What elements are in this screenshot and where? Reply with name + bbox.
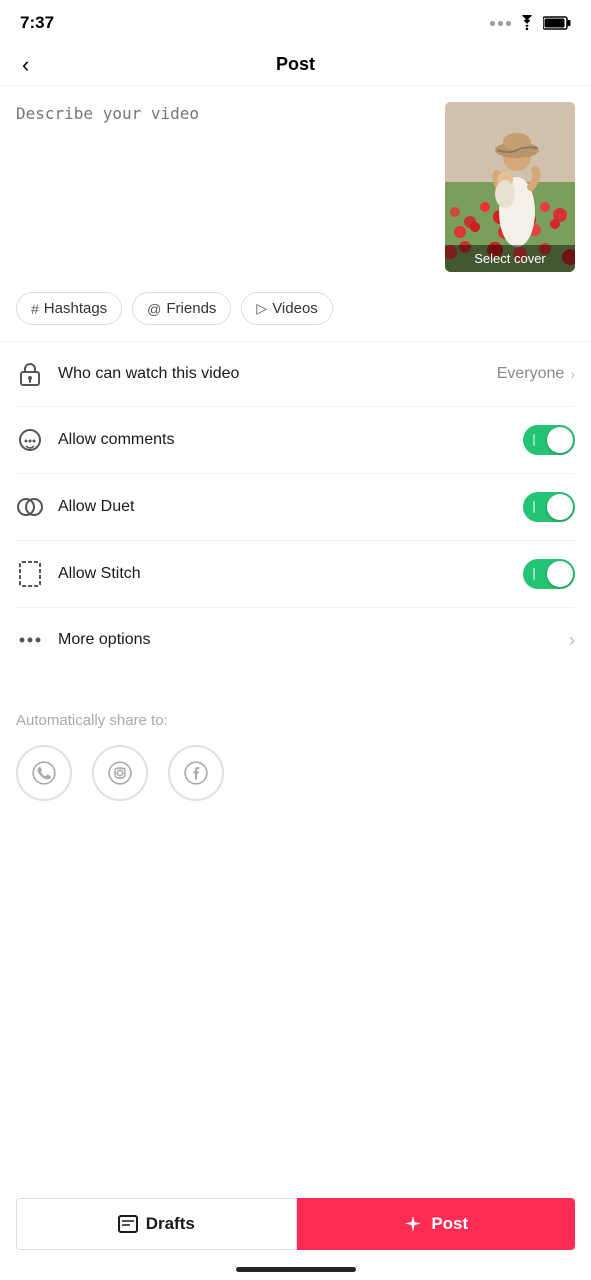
description-input[interactable] xyxy=(16,102,435,252)
tag-pills: # Hashtags @ Friends ▷ Videos xyxy=(0,284,591,342)
wifi-icon xyxy=(517,15,537,31)
facebook-icon xyxy=(183,760,209,786)
more-options-label: More options xyxy=(58,631,151,649)
home-indicator xyxy=(236,1267,356,1272)
allow-duet-label: Allow Duet xyxy=(58,498,134,516)
whatsapp-share-button[interactable] xyxy=(16,745,72,801)
watch-visibility-value: Everyone xyxy=(497,365,565,383)
video-section: Select cover xyxy=(0,86,591,284)
friends-pill[interactable]: @ Friends xyxy=(132,292,231,325)
share-icons-row xyxy=(16,745,575,801)
play-icon: ▷ xyxy=(256,300,267,317)
video-thumbnail[interactable]: Select cover xyxy=(445,102,575,272)
watch-visibility-right: Everyone › xyxy=(497,365,575,383)
lock-icon xyxy=(16,360,44,388)
allow-duet-row: Allow Duet xyxy=(16,474,575,541)
drafts-button[interactable]: Drafts xyxy=(16,1198,297,1250)
allow-comments-row: Allow comments xyxy=(16,407,575,474)
allow-comments-left: Allow comments xyxy=(16,426,174,454)
allow-duet-left: Allow Duet xyxy=(16,493,134,521)
hashtags-pill[interactable]: # Hashtags xyxy=(16,292,122,325)
allow-duet-toggle[interactable] xyxy=(523,492,575,522)
allow-stitch-toggle[interactable] xyxy=(523,559,575,589)
more-options-chevron: › xyxy=(569,630,575,651)
back-button[interactable]: ‹ xyxy=(18,48,33,82)
facebook-share-button[interactable] xyxy=(168,745,224,801)
whatsapp-icon xyxy=(31,760,57,786)
status-bar: 7:37 xyxy=(0,0,591,44)
signal-icon xyxy=(490,21,511,26)
duet-icon xyxy=(16,493,44,521)
allow-comments-label: Allow comments xyxy=(58,431,174,449)
toggle-line xyxy=(533,568,535,580)
status-icons xyxy=(490,15,571,31)
bottom-bar: Drafts Post xyxy=(0,1198,591,1250)
watch-visibility-label: Who can watch this video xyxy=(58,365,239,383)
instagram-icon xyxy=(107,760,133,786)
status-time: 7:37 xyxy=(20,13,54,33)
more-options-row[interactable]: More options › xyxy=(16,608,575,672)
settings-section: Who can watch this video Everyone › xyxy=(0,342,591,672)
chevron-right-icon: › xyxy=(570,366,575,382)
allow-stitch-label: Allow Stitch xyxy=(58,565,141,583)
allow-stitch-row: Allow Stitch xyxy=(16,541,575,608)
post-sparkle-icon xyxy=(403,1214,423,1234)
allow-comments-toggle[interactable] xyxy=(523,425,575,455)
videos-pill[interactable]: ▷ Videos xyxy=(241,292,332,325)
select-cover-label[interactable]: Select cover xyxy=(445,245,575,272)
header: ‹ Post xyxy=(0,44,591,86)
toggle-knob xyxy=(547,494,573,520)
toggle-line xyxy=(533,434,535,446)
header-title: Post xyxy=(276,54,315,75)
instagram-share-button[interactable] xyxy=(92,745,148,801)
toggle-knob xyxy=(547,427,573,453)
watch-visibility-row[interactable]: Who can watch this video Everyone › xyxy=(16,342,575,407)
at-icon: @ xyxy=(147,301,161,317)
videos-label: Videos xyxy=(272,300,318,317)
allow-stitch-left: Allow Stitch xyxy=(16,560,141,588)
stitch-icon xyxy=(16,560,44,588)
comment-icon xyxy=(16,426,44,454)
more-options-left: More options xyxy=(16,626,151,654)
main-content: Select cover # Hashtags @ Friends ▷ Vide… xyxy=(0,86,591,821)
more-dots-icon xyxy=(16,626,44,654)
hashtag-icon: # xyxy=(31,301,39,317)
post-label: Post xyxy=(431,1214,468,1234)
drafts-label: Drafts xyxy=(146,1214,195,1234)
share-label: Automatically share to: xyxy=(16,712,575,729)
post-button[interactable]: Post xyxy=(297,1198,576,1250)
watch-visibility-left: Who can watch this video xyxy=(16,360,239,388)
toggle-line xyxy=(533,501,535,513)
hashtags-label: Hashtags xyxy=(44,300,107,317)
friends-label: Friends xyxy=(166,300,216,317)
drafts-icon xyxy=(118,1215,138,1233)
toggle-knob xyxy=(547,561,573,587)
share-section: Automatically share to: xyxy=(0,672,591,821)
battery-icon xyxy=(543,16,571,30)
